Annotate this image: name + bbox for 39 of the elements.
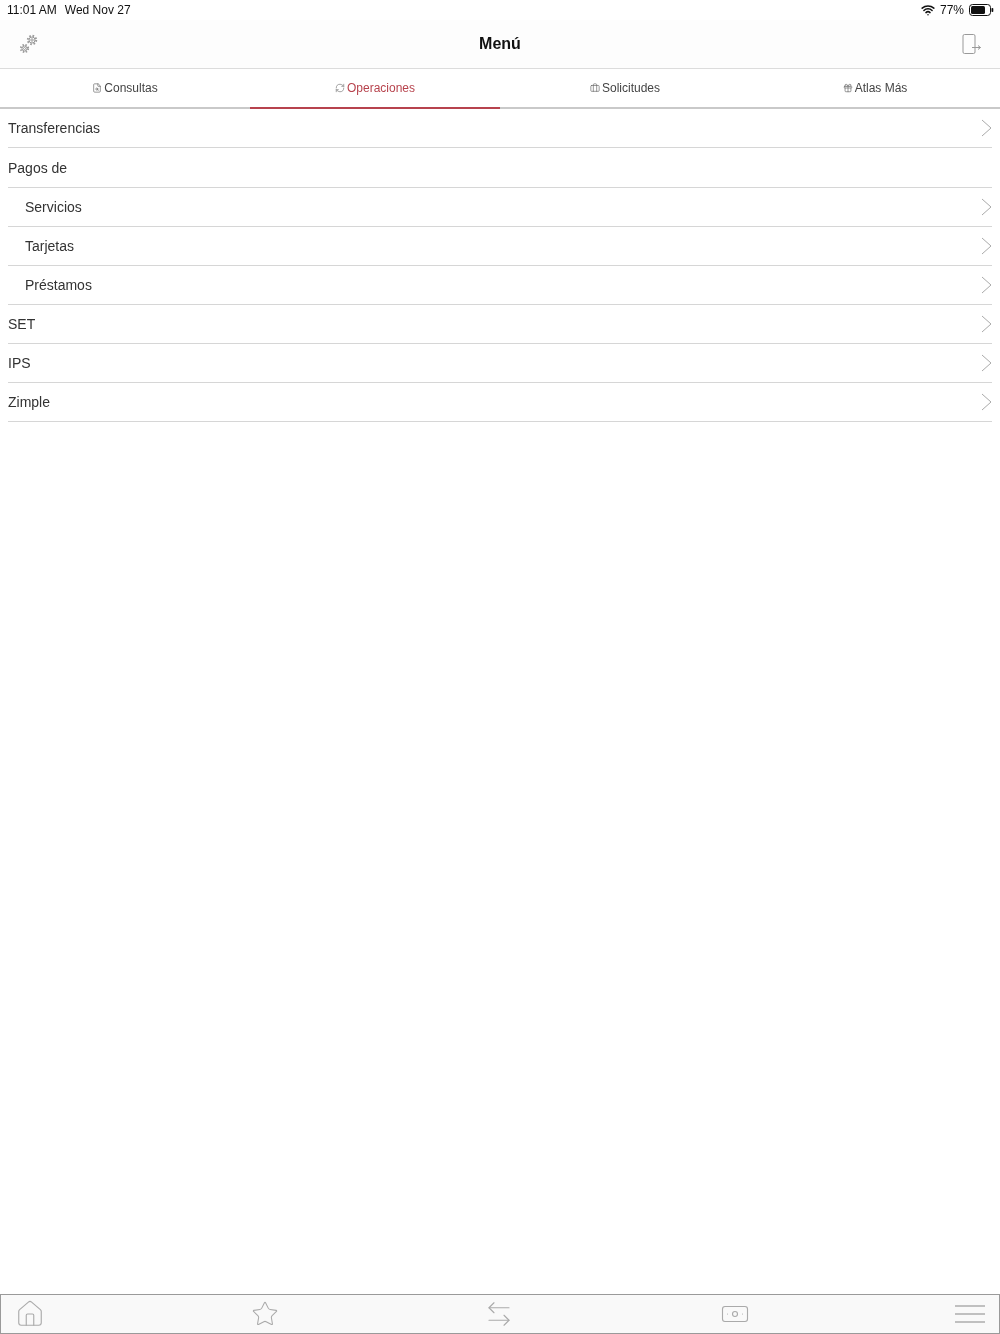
refresh-icon [334,83,345,93]
menu-item[interactable]: Servicios [8,188,992,227]
home-icon [15,1299,45,1329]
exit-button[interactable] [960,33,982,55]
exit-icon [960,33,982,55]
menu-button[interactable] [955,1305,985,1323]
chevron-right-icon [981,198,992,216]
status-date: Wed Nov 27 [64,3,131,17]
menu-item[interactable]: Zimple [8,383,992,422]
star-icon [250,1300,279,1328]
tab[interactable]: Consultas [0,69,250,109]
gift-icon [842,83,853,93]
menu-item[interactable]: Transferencias [8,109,992,148]
menu-item[interactable]: IPS [8,344,992,383]
tab[interactable]: Solicitudes [500,69,750,109]
tab[interactable]: Operaciones [250,69,500,109]
menu-item[interactable]: Tarjetas [8,227,992,266]
tab[interactable]: Atlas Más [750,69,1000,109]
nav-title: Menú [478,35,522,53]
menu-item[interactable]: Préstamos [8,266,992,305]
favorites-button[interactable] [250,1300,279,1328]
chevron-right-icon [981,315,992,333]
chevron-right-icon [981,237,992,255]
battery-icon [969,4,994,16]
document-search-icon [92,83,103,93]
briefcase-icon [590,83,600,93]
battery-percent: 77% [939,3,964,17]
menu-icon [955,1305,985,1323]
chevron-right-icon [981,393,992,411]
chevron-right-icon [981,354,992,372]
chevron-right-icon [981,119,992,137]
settings-button[interactable] [18,33,40,55]
section-header: Pagos de [8,159,68,176]
home-button[interactable] [15,1299,45,1329]
gears-icon [18,33,40,55]
menu-item[interactable]: SET [8,305,992,344]
chevron-right-icon [981,276,992,294]
status-time: 11:01 AM [7,3,57,17]
wifi-icon [920,3,935,17]
